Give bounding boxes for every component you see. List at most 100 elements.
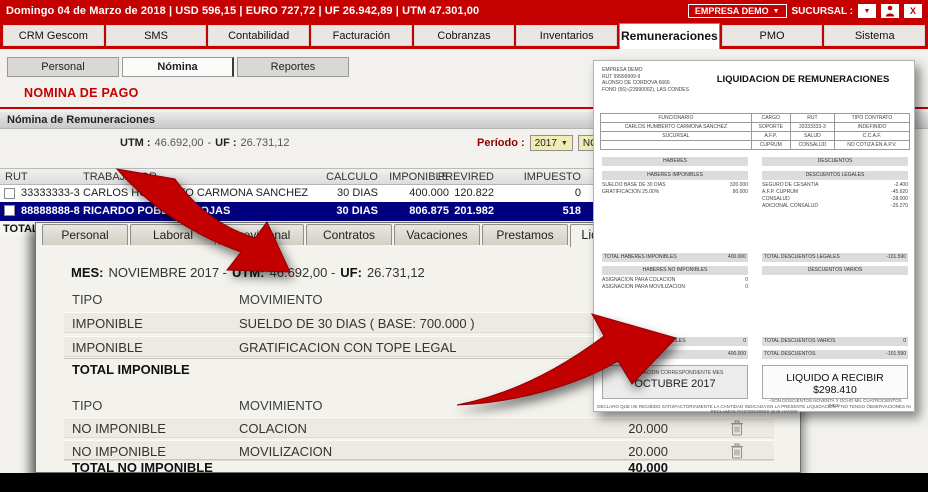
row-checkbox[interactable]: [4, 205, 15, 216]
descuentos-section-bar: DESCUENTOS: [762, 157, 908, 166]
cell-previred: 201.982: [424, 202, 494, 221]
payslip-liquido-box: LIQUIDO A RECIBIR $298.410 --SON DOSCIEN…: [762, 365, 908, 399]
company-selector[interactable]: EMPRESA DEMO ▼: [688, 4, 787, 18]
row-tipo: IMPONIBLE: [72, 313, 143, 334]
info-header: A.F.P.: [751, 132, 790, 141]
tab-pmo[interactable]: PMO: [722, 25, 823, 46]
liquidacion-row: NO IMPONIBLE COLACION 20.000: [64, 417, 774, 438]
bar-value: -101.590: [886, 253, 906, 262]
total-descuentos-legales-bar: TOTAL DESCUENTOS LEGALES -101.590: [762, 253, 908, 262]
tab-inventarios[interactable]: Inventarios: [516, 25, 617, 46]
info-cell: [601, 141, 752, 150]
total-haberes-imponibles-bar: TOTAL HABERES IMPONIBLES 400.000: [602, 253, 748, 262]
delete-row-button[interactable]: [730, 420, 746, 437]
ptab-contratos[interactable]: Contratos: [306, 224, 392, 245]
trash-icon: [730, 420, 744, 436]
subtab-personal[interactable]: Personal: [7, 57, 119, 77]
payslip-line: ADICIONAL CONSALUD -25.270: [762, 203, 908, 210]
line-value: 80.000: [733, 189, 748, 196]
row-movimiento: SUELDO DE 30 DIAS ( BASE: 700.000 ): [239, 313, 475, 334]
header-impuesto: IMPUESTO: [501, 169, 581, 186]
total-descuentos-bar: TOTAL DESCUENTOS -101.590: [762, 350, 908, 359]
table-row[interactable]: 33333333-3 CARLOS HUMBERTO CARMONA SANCH…: [0, 185, 600, 202]
tab-facturacion[interactable]: Facturación: [311, 25, 412, 46]
bar-value: 400.000: [728, 350, 746, 359]
mes-label: MES:: [71, 265, 104, 280]
subtab-nomina[interactable]: Nómina: [122, 57, 234, 77]
tab-sms[interactable]: SMS: [106, 25, 207, 46]
tab-contabilidad[interactable]: Contabilidad: [208, 25, 309, 46]
row-amount: 20.000: [558, 418, 668, 439]
period-year-select[interactable]: 2017 ▼: [530, 135, 573, 151]
line-value: -25.270: [891, 203, 908, 210]
cell-impuesto: 0: [501, 185, 581, 202]
top-status-bar: Domingo 04 de Marzo de 2018 | USD 596,15…: [0, 0, 928, 22]
line-label: A.F.P. CUPRUM: [762, 189, 798, 196]
chevron-down-icon: ▼: [773, 8, 780, 15]
ptab-personal[interactable]: Personal: [42, 224, 128, 245]
company-phone: FONO (56)-(23990002), LAS CONDES: [602, 87, 689, 94]
line-value: 320.000: [730, 182, 748, 189]
row-checkbox[interactable]: [4, 188, 15, 199]
ptab-laboral[interactable]: Laboral: [130, 224, 216, 245]
sucursal-label: SUCURSAL :: [792, 6, 853, 17]
bar-label: TOTAL DESCUENTOS LEGALES: [764, 253, 840, 262]
line-value: -28.000: [891, 196, 908, 203]
info-header: FUNCIONARIO: [601, 114, 752, 123]
uf-label: UF :: [215, 137, 236, 149]
status-text: Domingo 04 de Marzo de 2018 | USD 596,15…: [6, 5, 479, 17]
uf-label: UF:: [340, 265, 362, 280]
payslip-preview: EMPRESA DEMO RUT 99999999-9 ALONSO DE CO…: [593, 60, 915, 412]
total-no-imponible-row: TOTAL NO IMPONIBLE 40.000: [64, 459, 774, 474]
utm-uf-indicators: UTM : 46.692,00 - UF : 26.731,12: [120, 137, 289, 149]
ptab-vacaciones[interactable]: Vacaciones: [394, 224, 480, 245]
line-label: GRATIFICACION 25.00%: [602, 189, 659, 196]
mes-value: NOVIEMBRE 2017 -: [109, 265, 228, 280]
close-icon: X: [910, 6, 916, 16]
subtab-reportes[interactable]: Reportes: [237, 57, 349, 77]
utm-label: UTM:: [232, 265, 265, 280]
payslip-period-box: LIQUIDACION CORRESPONDIENTE MES OCTUBRE …: [602, 365, 748, 399]
info-header: SALUD: [790, 132, 834, 141]
haberes-no-imponibles-items: ASIGNACION PARA COLACION 0 ASIGNACION PA…: [602, 277, 748, 291]
sucursal-dropdown[interactable]: ▼: [858, 4, 876, 18]
tab-cobranzas[interactable]: Cobranzas: [414, 25, 515, 46]
tab-sistema[interactable]: Sistema: [824, 25, 925, 46]
chevron-down-icon: ▼: [864, 8, 871, 15]
cell-rut: 88888888-8: [21, 202, 80, 221]
line-label: SEGURO DE CESANTIA: [762, 182, 818, 189]
tab-remuneraciones[interactable]: Remuneraciones: [619, 23, 720, 49]
bar-value: 400.000: [728, 253, 746, 262]
info-header: TIPO CONTRATO: [834, 114, 909, 123]
uf-value: 26.731,12: [241, 137, 290, 149]
table-row-selected[interactable]: 88888888-8 RICARDO POBLETE ROJAS 30 DIAS…: [0, 202, 600, 221]
row-tipo: NO IMPONIBLE: [72, 418, 166, 439]
info-cell: SOPORTE: [751, 123, 790, 132]
liquidacion-row: NO IMPONIBLE MOVILIZACION 20.000: [64, 440, 774, 461]
delete-row-button[interactable]: [730, 443, 746, 460]
user-button[interactable]: [881, 4, 899, 18]
info-cell: 33333333-3: [790, 123, 834, 132]
payslip-info-table: FUNCIONARIO CARGO RUT TIPO CONTRATO CARL…: [600, 113, 910, 150]
cell-calculo: 30 DIAS: [288, 185, 378, 202]
period-label: Período :: [477, 137, 525, 149]
col-movimiento: MOVIMIENTO: [239, 395, 323, 416]
bar-value: 0: [903, 337, 906, 346]
ptab-previsional[interactable]: Previsional: [218, 224, 304, 245]
info-header: RUT: [790, 114, 834, 123]
payslip-footer-declaration: DECLARO QUE HE RECIBIDO SATISFACTORIAMEN…: [594, 404, 914, 414]
tab-crm-gescom[interactable]: CRM Gescom: [3, 25, 104, 46]
descuentos-legales-bar: DESCUENTOS LEGALES: [762, 171, 908, 180]
uf-value: 26.731,12: [367, 265, 425, 280]
close-button[interactable]: X: [904, 4, 922, 18]
payslip-line: CONSALUD -28.000: [762, 196, 908, 203]
haberes-imponibles-items: SUELDO BASE DE 30 DIAS 320.000 GRATIFICA…: [602, 182, 748, 196]
user-icon: [885, 5, 895, 17]
ptab-prestamos[interactable]: Prestamos: [482, 224, 568, 245]
liquido-amount: LIQUIDO A RECIBIR $298.410: [763, 372, 907, 396]
col-movimiento: MOVIMIENTO: [239, 289, 323, 310]
cell-rut: 33333333-3: [21, 185, 80, 202]
info-cell: CUPRUM: [751, 141, 790, 150]
line-label: ASIGNACION PARA COLACION: [602, 277, 675, 284]
line-label: SUELDO BASE DE 30 DIAS: [602, 182, 666, 189]
